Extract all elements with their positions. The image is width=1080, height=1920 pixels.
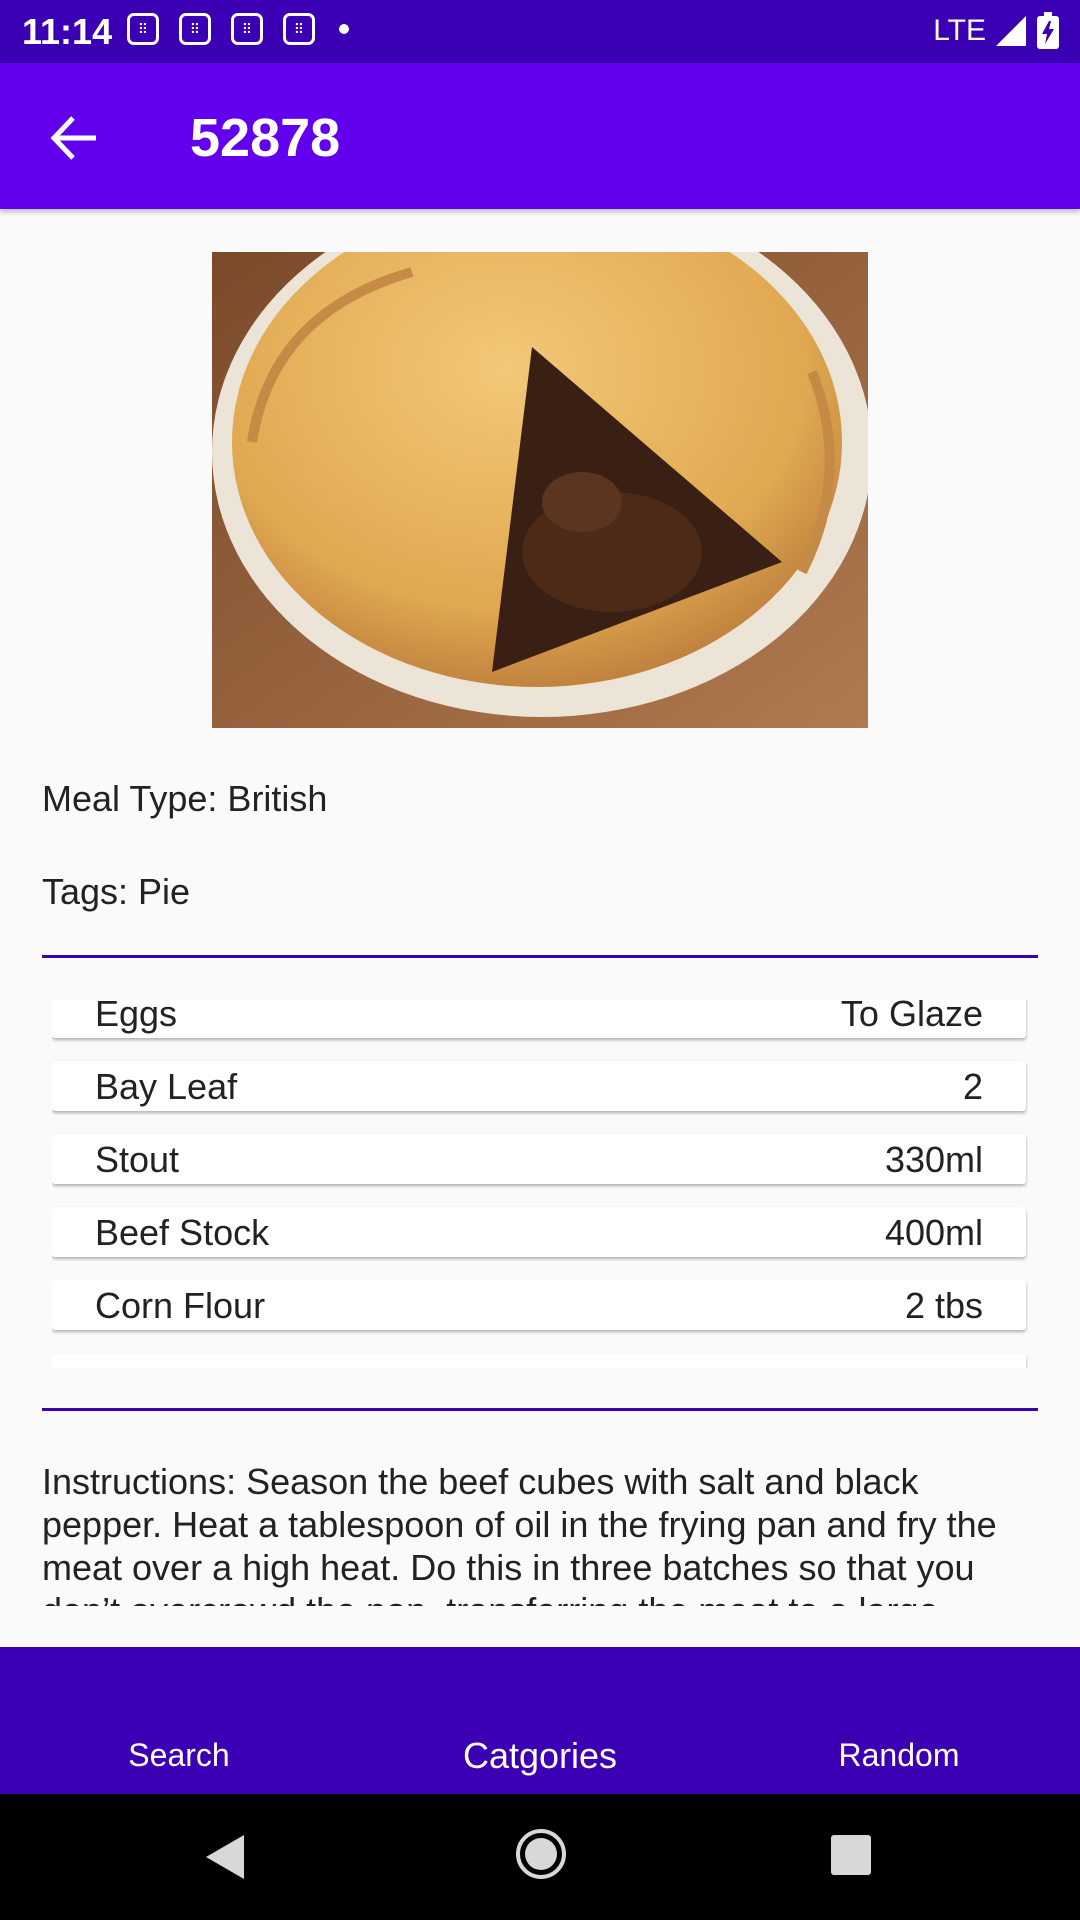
list-item: Bay Leaf 2: [52, 1061, 1026, 1111]
signal-icon: [996, 16, 1026, 46]
list-item: Eggs To Glaze: [52, 1000, 1026, 1038]
arrow-back-icon[interactable]: [40, 103, 110, 173]
ingredient-name: Bay Leaf: [95, 1066, 238, 1107]
notification-icon: ⠿: [179, 13, 211, 45]
app-bar: 52878: [0, 63, 1080, 209]
ingredient-name: Beef Stock: [95, 1212, 270, 1253]
system-navigation-bar: [0, 1794, 1080, 1920]
list-item: Beef Stock 400ml: [52, 1207, 1026, 1257]
instructions-text: Instructions: Season the beef cubes with…: [42, 1461, 997, 1606]
list-item: Corn Flour 2 tbs: [52, 1280, 1026, 1330]
network-type: LTE: [933, 14, 986, 47]
meal-type: Meal Type: British: [42, 778, 328, 819]
notification-icon: ⠿: [283, 13, 315, 45]
ingredient-name: Corn Flour: [95, 1285, 266, 1326]
ingredient-name: Stout: [95, 1139, 180, 1180]
list-item: Stout 330ml: [52, 1134, 1026, 1184]
tab-random[interactable]: Random: [839, 1737, 960, 1774]
divider: [42, 955, 1038, 958]
nav-recents-icon[interactable]: [830, 1834, 872, 1876]
ingredient-quantity: To Glaze: [840, 1000, 983, 1034]
notification-icon: ⠿: [231, 13, 263, 45]
tab-categories[interactable]: Catgories: [463, 1735, 617, 1777]
ingredient-quantity: 330ml: [884, 1139, 983, 1180]
bottom-navigation: Search Catgories Random: [0, 1647, 1080, 1794]
battery-icon: [1037, 12, 1059, 49]
notification-icon: ⠿: [127, 13, 159, 45]
status-right: LTE: [933, 12, 1060, 50]
status-time: 11:14: [22, 11, 113, 52]
tab-search[interactable]: Search: [128, 1737, 229, 1774]
nav-back-icon[interactable]: [200, 1831, 250, 1883]
ingredient-name: Eggs: [95, 1000, 178, 1034]
divider: [42, 1408, 1038, 1411]
meal-image: [212, 252, 868, 728]
list-item: [52, 1354, 1026, 1368]
ingredient-quantity: 2 tbs: [904, 1285, 983, 1326]
page-title: 52878: [190, 108, 341, 168]
nav-home-icon[interactable]: [515, 1828, 567, 1880]
meal-tags: Tags: Pie: [42, 871, 191, 912]
notification-icons: ⠿ ⠿ ⠿ ⠿: [127, 13, 349, 45]
status-bar: 11:14 ⠿ ⠿ ⠿ ⠿ LTE: [0, 0, 1080, 63]
ingredients-list[interactable]: Eggs To Glaze Bay Leaf 2 Stout 330ml Bee…: [52, 1000, 1028, 1368]
ingredient-quantity: 400ml: [884, 1212, 983, 1253]
ingredient-quantity: 2: [962, 1066, 983, 1107]
more-notifications-dot-icon: [339, 24, 349, 34]
